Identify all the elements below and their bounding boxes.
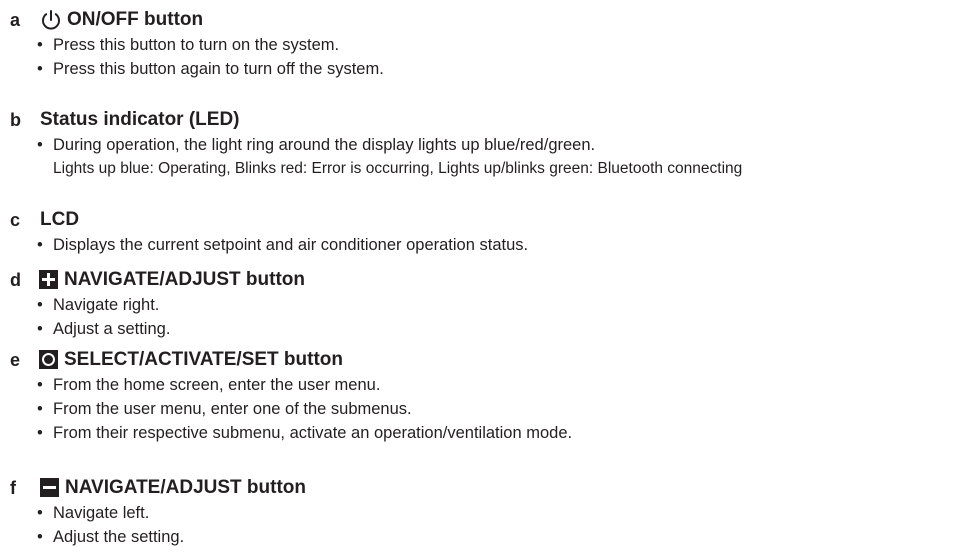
item-text: Adjust a setting. <box>53 320 171 338</box>
item-text: Adjust the setting. <box>53 528 185 546</box>
item-list: • During operation, the light ring aroun… <box>0 133 957 157</box>
list-item: • Adjust a setting. <box>0 317 957 341</box>
bullet: • <box>37 320 43 338</box>
item-text: From the home screen, enter the user men… <box>53 376 381 394</box>
bullet: • <box>37 296 43 314</box>
section-title: ON/OFF button <box>67 9 204 30</box>
section-heading: b Status indicator (LED) <box>0 107 957 133</box>
circle-icon <box>39 350 58 369</box>
section-navigate-adjust-left: f NAVIGATE/ADJUST button • Navigate left… <box>0 475 957 549</box>
bullet: • <box>37 376 43 394</box>
power-icon <box>42 10 60 30</box>
section-letter: e <box>10 350 21 370</box>
list-item: • Displays the current setpoint and air … <box>0 233 957 257</box>
status-legend-note: Lights up blue: Operating, Blinks red: E… <box>0 157 957 181</box>
section-title: NAVIGATE/ADJUST button <box>65 477 306 498</box>
section-navigate-adjust-right: d NAVIGATE/ADJUST button • Navigate righ… <box>0 267 957 341</box>
bullet: • <box>37 400 43 418</box>
item-list: • Press this button to turn on the syste… <box>0 33 957 81</box>
section-letter: f <box>10 478 16 498</box>
section-select-activate-set: e SELECT/ACTIVATE/SET button • From the … <box>0 347 957 445</box>
bullet: • <box>37 528 43 546</box>
list-item: • During operation, the light ring aroun… <box>0 133 957 157</box>
section-letter: a <box>10 10 21 30</box>
section-title: SELECT/ACTIVATE/SET button <box>64 349 343 370</box>
section-heading: d NAVIGATE/ADJUST button <box>0 267 957 293</box>
list-item: • Press this button to turn on the syste… <box>0 33 957 57</box>
section-on-off-button: a ON/OFF button • Press this button to t… <box>0 7 957 81</box>
item-list: • Displays the current setpoint and air … <box>0 233 957 257</box>
bullet: • <box>37 36 43 54</box>
section-letter: c <box>10 210 21 230</box>
plus-icon <box>39 270 58 289</box>
item-list: • Navigate left. • Adjust the setting. <box>0 501 957 549</box>
bullet: • <box>37 236 43 254</box>
section-heading: f NAVIGATE/ADJUST button <box>0 475 957 501</box>
bullet: • <box>37 424 43 442</box>
section-letter: b <box>10 110 21 130</box>
item-text: Navigate right. <box>53 296 160 314</box>
minus-icon <box>40 478 59 497</box>
item-text: Displays the current setpoint and air co… <box>53 236 529 254</box>
section-title: NAVIGATE/ADJUST button <box>64 269 305 290</box>
section-status-indicator: b Status indicator (LED) • During operat… <box>0 107 957 181</box>
item-list: • From the home screen, enter the user m… <box>0 373 957 445</box>
section-heading: a ON/OFF button <box>0 7 957 33</box>
item-list: • Navigate right. • Adjust a setting. <box>0 293 957 341</box>
item-text: Press this button to turn on the system. <box>53 36 340 54</box>
item-text: Navigate left. <box>53 504 150 522</box>
bullet: • <box>37 136 43 154</box>
section-title: Status indicator (LED) <box>40 109 240 130</box>
list-item: • From the home screen, enter the user m… <box>0 373 957 397</box>
list-item: • Navigate right. <box>0 293 957 317</box>
item-text: Press this button again to turn off the … <box>53 60 384 78</box>
list-item: • From their respective submenu, activat… <box>0 421 957 445</box>
section-lcd: c LCD • Displays the current setpoint an… <box>0 207 957 257</box>
item-text: From their respective submenu, activate … <box>53 424 573 442</box>
section-heading: c LCD <box>0 207 957 233</box>
bullet: • <box>37 60 43 78</box>
section-heading: e SELECT/ACTIVATE/SET button <box>0 347 957 373</box>
list-item: • From the user menu, enter one of the s… <box>0 397 957 421</box>
item-text: From the user menu, enter one of the sub… <box>53 400 412 418</box>
item-text: During operation, the light ring around … <box>53 136 596 154</box>
bullet: • <box>37 504 43 522</box>
list-item: • Navigate left. <box>0 501 957 525</box>
list-item: • Press this button again to turn off th… <box>0 57 957 81</box>
section-letter: d <box>10 270 21 290</box>
section-title: LCD <box>40 209 80 230</box>
list-item: • Adjust the setting. <box>0 525 957 549</box>
note-text: Lights up blue: Operating, Blinks red: E… <box>53 160 743 177</box>
